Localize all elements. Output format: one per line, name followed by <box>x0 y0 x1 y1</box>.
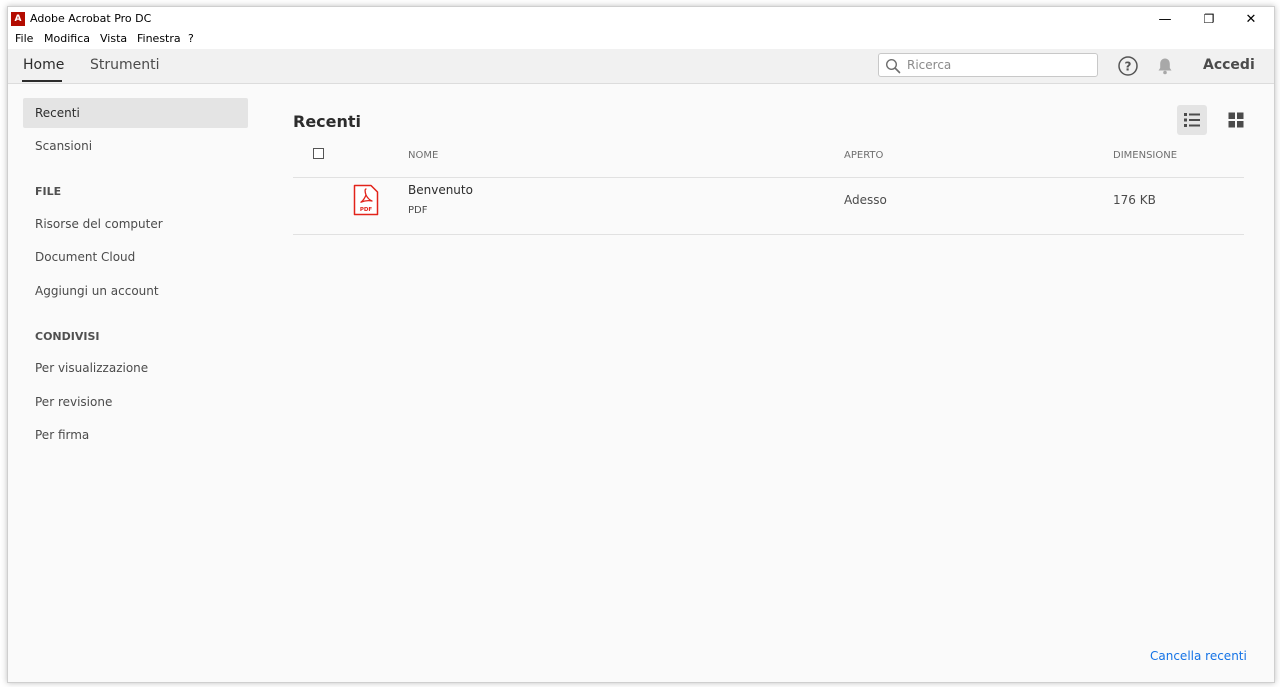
search-icon <box>885 58 901 74</box>
menu-vista[interactable]: Vista <box>100 32 127 45</box>
sidebar-item-aggiungi-account[interactable]: Aggiungi un account <box>23 276 248 306</box>
sidebar-item-document-cloud[interactable]: Document Cloud <box>23 242 248 272</box>
sidebar-item-risorse-computer[interactable]: Risorse del computer <box>23 209 248 239</box>
column-header-name[interactable]: NOME <box>408 150 438 161</box>
acrobat-logo-icon: A <box>11 12 25 26</box>
pdf-file-icon: PDF <box>353 184 379 216</box>
restore-button[interactable]: ❐ <box>1187 7 1231 31</box>
row-divider <box>293 234 1244 235</box>
page-title: Recenti <box>293 112 362 131</box>
main-content: Recenti NOME APERTO DIMENSIONE PDF Benve… <box>264 84 1274 682</box>
bell-icon[interactable] <box>1155 56 1175 76</box>
sidebar-item-per-revisione[interactable]: Per revisione <box>23 387 248 417</box>
column-header-size[interactable]: DIMENSIONE <box>1113 150 1177 161</box>
clear-recent-link[interactable]: Cancella recenti <box>1150 649 1247 663</box>
active-tab-indicator <box>22 80 62 82</box>
grid-view-button[interactable] <box>1221 105 1251 135</box>
search-input[interactable] <box>907 56 1092 74</box>
file-opened-time: Adesso <box>844 193 887 207</box>
file-size: 176 KB <box>1113 193 1156 207</box>
menu-file[interactable]: File <box>15 32 33 45</box>
column-header-opened[interactable]: APERTO <box>844 150 883 161</box>
minimize-button[interactable]: — <box>1143 7 1187 31</box>
search-box[interactable] <box>878 53 1098 77</box>
menu-modifica[interactable]: Modifica <box>44 32 90 45</box>
sidebar-item-recenti[interactable]: Recenti <box>23 98 248 128</box>
tab-strumenti[interactable]: Strumenti <box>90 57 160 73</box>
sidebar-heading-file: FILE <box>35 185 62 198</box>
svg-text:?: ? <box>1125 60 1132 74</box>
file-type: PDF <box>408 205 428 216</box>
top-toolbar: Home Strumenti ? Accedi <box>8 49 1274 84</box>
sidebar-item-per-visualizzazione[interactable]: Per visualizzazione <box>23 353 248 383</box>
sidebar-item-scansioni[interactable]: Scansioni <box>23 131 248 161</box>
sidebar: Recenti Scansioni FILE Risorse del compu… <box>8 84 264 682</box>
sidebar-item-per-firma[interactable]: Per firma <box>23 420 248 450</box>
menu-finestra[interactable]: Finestra <box>137 32 181 45</box>
list-view-icon <box>1184 113 1200 127</box>
pdf-icon-label: PDF <box>360 207 373 213</box>
help-circle-icon[interactable]: ? <box>1117 55 1139 77</box>
title-bar: A Adobe Acrobat Pro DC — ❐ ✕ <box>8 7 1274 31</box>
menu-help[interactable]: ? <box>188 32 194 45</box>
header-divider <box>293 177 1244 178</box>
window-title: Adobe Acrobat Pro DC <box>30 12 152 25</box>
menu-bar: File Modifica Vista Finestra ? <box>8 31 1274 49</box>
grid-view-icon <box>1228 112 1244 128</box>
close-button[interactable]: ✕ <box>1229 7 1273 31</box>
acrobat-window: A Adobe Acrobat Pro DC — ❐ ✕ File Modifi… <box>7 6 1275 683</box>
tab-home[interactable]: Home <box>23 57 64 73</box>
file-name: Benvenuto <box>408 183 473 197</box>
select-all-checkbox[interactable] <box>313 148 324 159</box>
signin-button[interactable]: Accedi <box>1203 57 1255 73</box>
list-view-button[interactable] <box>1177 105 1207 135</box>
sidebar-heading-condivisi: CONDIVISI <box>35 330 100 343</box>
